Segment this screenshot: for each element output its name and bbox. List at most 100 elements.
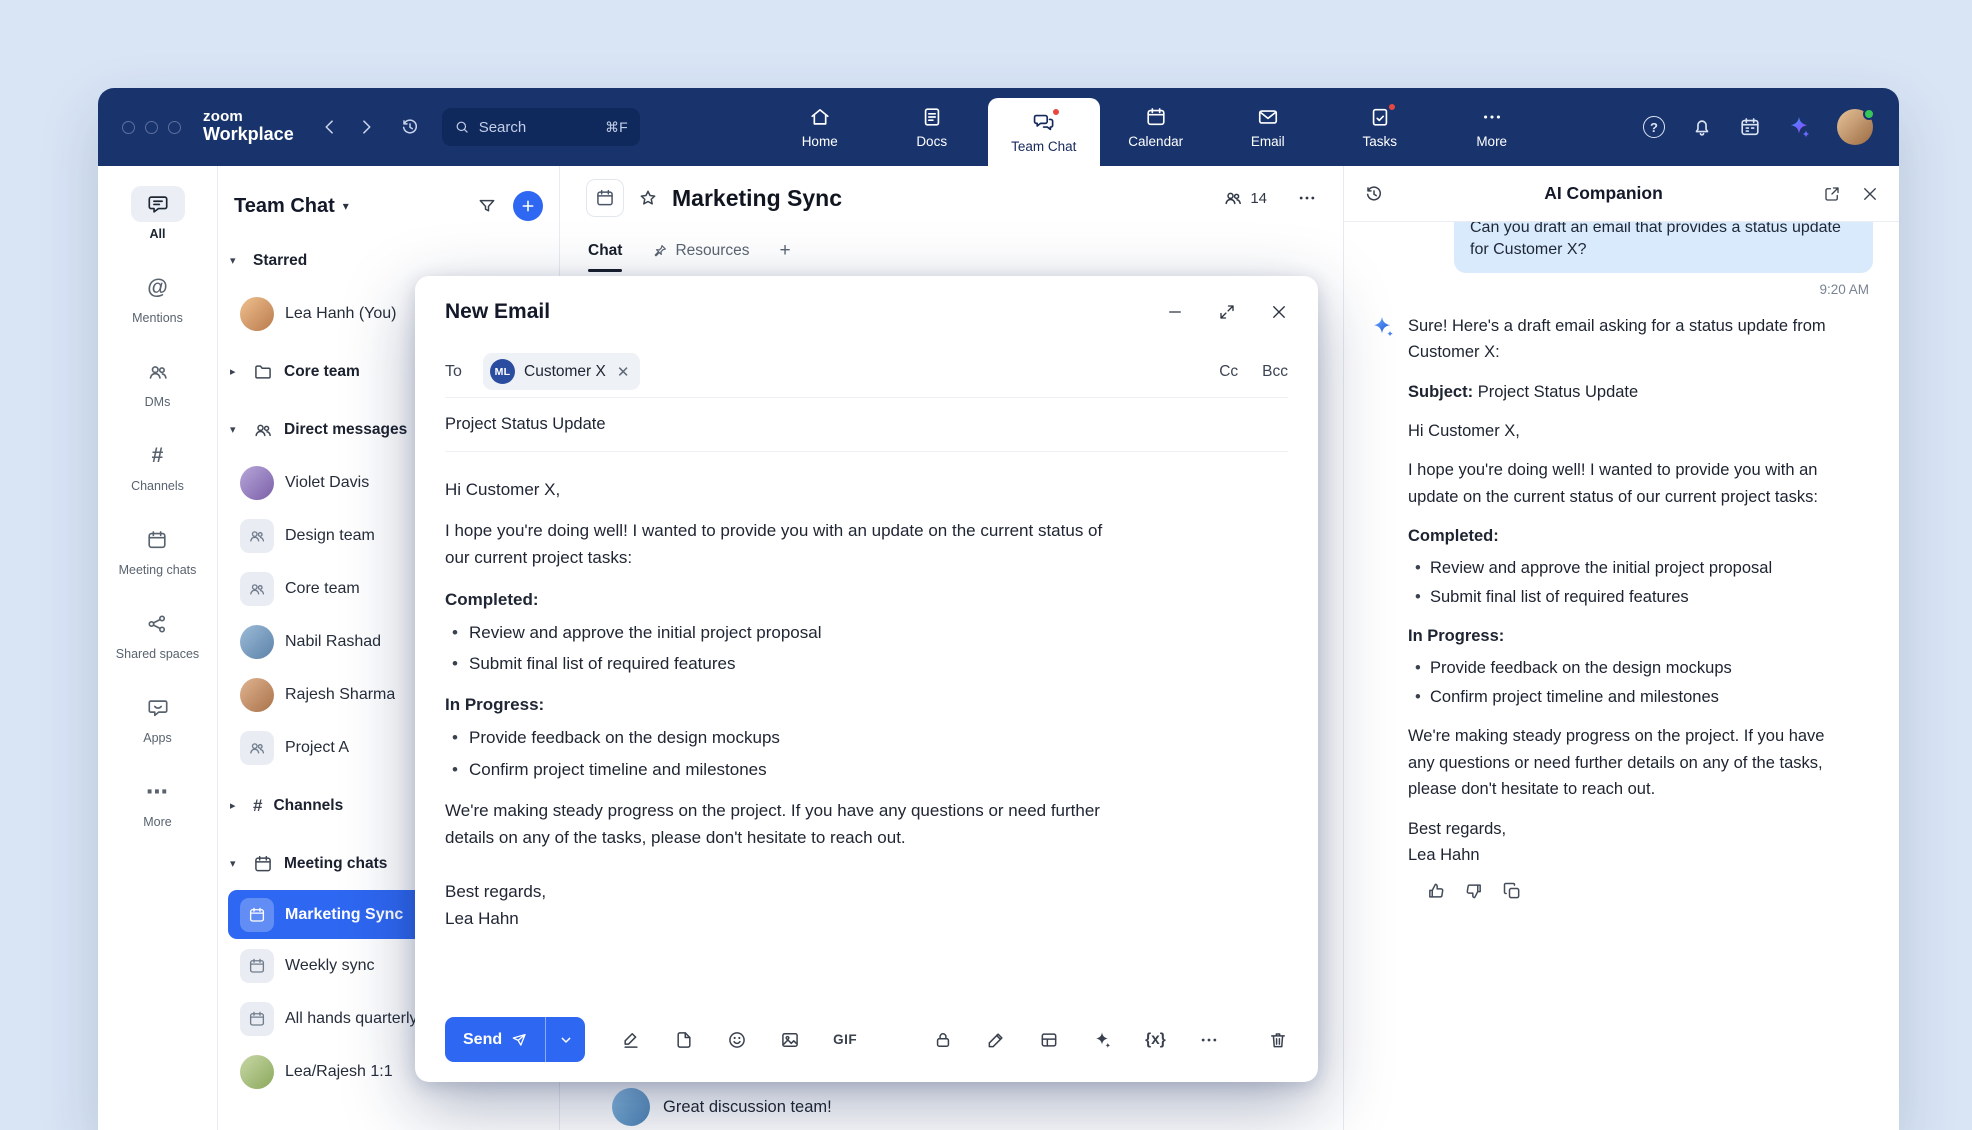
recipient-chip[interactable]: ML Customer X ✕ — [483, 353, 640, 390]
history-icon[interactable] — [400, 117, 420, 137]
members-button[interactable]: 14 — [1223, 188, 1267, 208]
completed-list: Review and approve the initial project p… — [445, 619, 1105, 677]
ai-sparkle-icon — [1370, 315, 1394, 922]
rail-more[interactable]: ⋯ More — [131, 774, 185, 834]
notifications-bell-icon[interactable] — [1691, 116, 1713, 138]
star-icon[interactable] — [638, 188, 658, 208]
calendar-date-icon[interactable] — [1739, 116, 1761, 138]
left-rail: All @ Mentions DMs # Channels Meeting ch… — [98, 166, 218, 1130]
open-external-icon[interactable] — [1823, 185, 1841, 203]
ai-response: Sure! Here's a draft email asking for a … — [1370, 313, 1873, 922]
emoji-icon[interactable] — [727, 1030, 747, 1050]
signature-pen-icon[interactable] — [621, 1030, 641, 1050]
forward-button[interactable] — [356, 117, 376, 137]
meeting-calendar-icon — [253, 854, 273, 874]
variables-button[interactable]: {x} — [1145, 1031, 1166, 1049]
email-body-editor[interactable]: Hi Customer X, I hope you're doing well!… — [445, 476, 1105, 1005]
search-input[interactable]: Search ⌘F — [442, 108, 640, 146]
tasks-icon — [1369, 105, 1391, 129]
chevron-down-icon[interactable]: ▾ — [343, 199, 349, 213]
chat-message[interactable]: Great discussion team! — [612, 1088, 832, 1126]
people-icon — [253, 420, 273, 440]
rail-mentions[interactable]: @ Mentions — [131, 270, 185, 330]
tab-chat[interactable]: Chat — [588, 230, 622, 272]
cc-button[interactable]: Cc — [1219, 363, 1238, 381]
minimize-window-button[interactable] — [145, 121, 158, 134]
top-navigation: Home Docs Team Chat Calendar Email — [764, 88, 1548, 166]
ai-sparkle-icon[interactable] — [1092, 1030, 1112, 1050]
apps-icon — [131, 690, 185, 726]
caret-down-icon: ▾ — [230, 423, 242, 436]
gif-button[interactable]: GIF — [833, 1032, 857, 1047]
copy-icon[interactable] — [1502, 881, 1522, 901]
send-button[interactable]: Send — [445, 1017, 545, 1062]
meeting-calendar-icon — [240, 1002, 274, 1036]
bcc-button[interactable]: Bcc — [1262, 363, 1288, 381]
thumbs-down-icon[interactable] — [1464, 881, 1484, 901]
presence-dot — [1863, 108, 1875, 120]
email-signature: Best regards,Lea Hahn — [445, 878, 1105, 932]
template-icon[interactable] — [1039, 1030, 1059, 1050]
new-email-dialog: New Email To ML Customer X ✕ Cc Bcc Proj… — [415, 276, 1318, 1082]
close-icon[interactable] — [1861, 185, 1879, 203]
search-icon — [454, 119, 470, 135]
avatar — [612, 1088, 650, 1126]
window-controls[interactable] — [122, 121, 181, 134]
zoom-window-button[interactable] — [168, 121, 181, 134]
rail-shared-spaces[interactable]: Shared spaces — [116, 606, 199, 666]
lock-icon[interactable] — [933, 1030, 953, 1050]
add-chat-button[interactable] — [513, 191, 543, 221]
send-options-button[interactable] — [545, 1017, 585, 1062]
nav-email[interactable]: Email — [1212, 88, 1324, 166]
hash-icon: # — [131, 438, 185, 474]
avatar — [240, 678, 274, 712]
help-icon[interactable]: ? — [1643, 116, 1665, 138]
group-avatar-icon — [240, 519, 274, 553]
ai-completed-list: Review and approve the initial project p… — [1408, 555, 1844, 611]
meeting-calendar-icon[interactable] — [586, 179, 624, 217]
zoom-workplace-logo: zoom Workplace — [203, 109, 294, 145]
notification-dot — [1387, 102, 1397, 112]
notification-dot — [1051, 107, 1061, 117]
thumbs-up-icon[interactable] — [1426, 881, 1446, 901]
remove-recipient-icon[interactable]: ✕ — [617, 363, 630, 381]
nav-team-chat[interactable]: Team Chat — [988, 98, 1100, 166]
expand-icon[interactable] — [1218, 303, 1236, 321]
inprogress-list: Provide feedback on the design mockups C… — [445, 724, 1105, 782]
people-icon — [131, 354, 185, 390]
nav-tasks[interactable]: Tasks — [1324, 88, 1436, 166]
hash-icon: # — [253, 796, 262, 816]
more-options-icon[interactable] — [1199, 1030, 1219, 1050]
edit-pencil-icon[interactable] — [986, 1030, 1006, 1050]
caret-right-icon: ▸ — [230, 365, 242, 378]
close-window-button[interactable] — [122, 121, 135, 134]
tab-resources[interactable]: Resources — [652, 230, 749, 272]
user-avatar[interactable] — [1837, 109, 1873, 145]
history-icon[interactable] — [1364, 184, 1384, 204]
more-options-icon[interactable] — [1297, 188, 1317, 208]
rail-dms[interactable]: DMs — [131, 354, 185, 414]
rail-channels[interactable]: # Channels — [131, 438, 185, 498]
delete-draft-icon[interactable] — [1268, 1030, 1288, 1050]
rail-apps[interactable]: Apps — [131, 690, 185, 750]
dialog-title: New Email — [445, 300, 550, 324]
panel-title: AI Companion — [1384, 183, 1823, 204]
image-icon[interactable] — [780, 1030, 800, 1050]
nav-home[interactable]: Home — [764, 88, 876, 166]
ai-companion-icon[interactable] — [1787, 115, 1811, 139]
rail-all[interactable]: All — [131, 186, 185, 246]
add-tab-button[interactable]: + — [780, 230, 791, 272]
back-button[interactable] — [320, 117, 340, 137]
chatlist-title[interactable]: Team Chat — [234, 195, 335, 218]
subject-field[interactable]: Project Status Update — [445, 398, 1288, 452]
nav-more[interactable]: More — [1436, 88, 1548, 166]
zoom-workplace-window: zoom Workplace Search ⌘F Home Docs — [98, 88, 1899, 1130]
rail-meeting-chats[interactable]: Meeting chats — [119, 522, 197, 582]
nav-calendar[interactable]: Calendar — [1100, 88, 1212, 166]
close-icon[interactable] — [1270, 303, 1288, 321]
minimize-icon[interactable] — [1166, 303, 1184, 321]
attach-file-icon[interactable] — [674, 1030, 694, 1050]
nav-docs[interactable]: Docs — [876, 88, 988, 166]
filter-icon[interactable] — [477, 196, 497, 216]
caret-down-icon: ▾ — [230, 254, 242, 267]
